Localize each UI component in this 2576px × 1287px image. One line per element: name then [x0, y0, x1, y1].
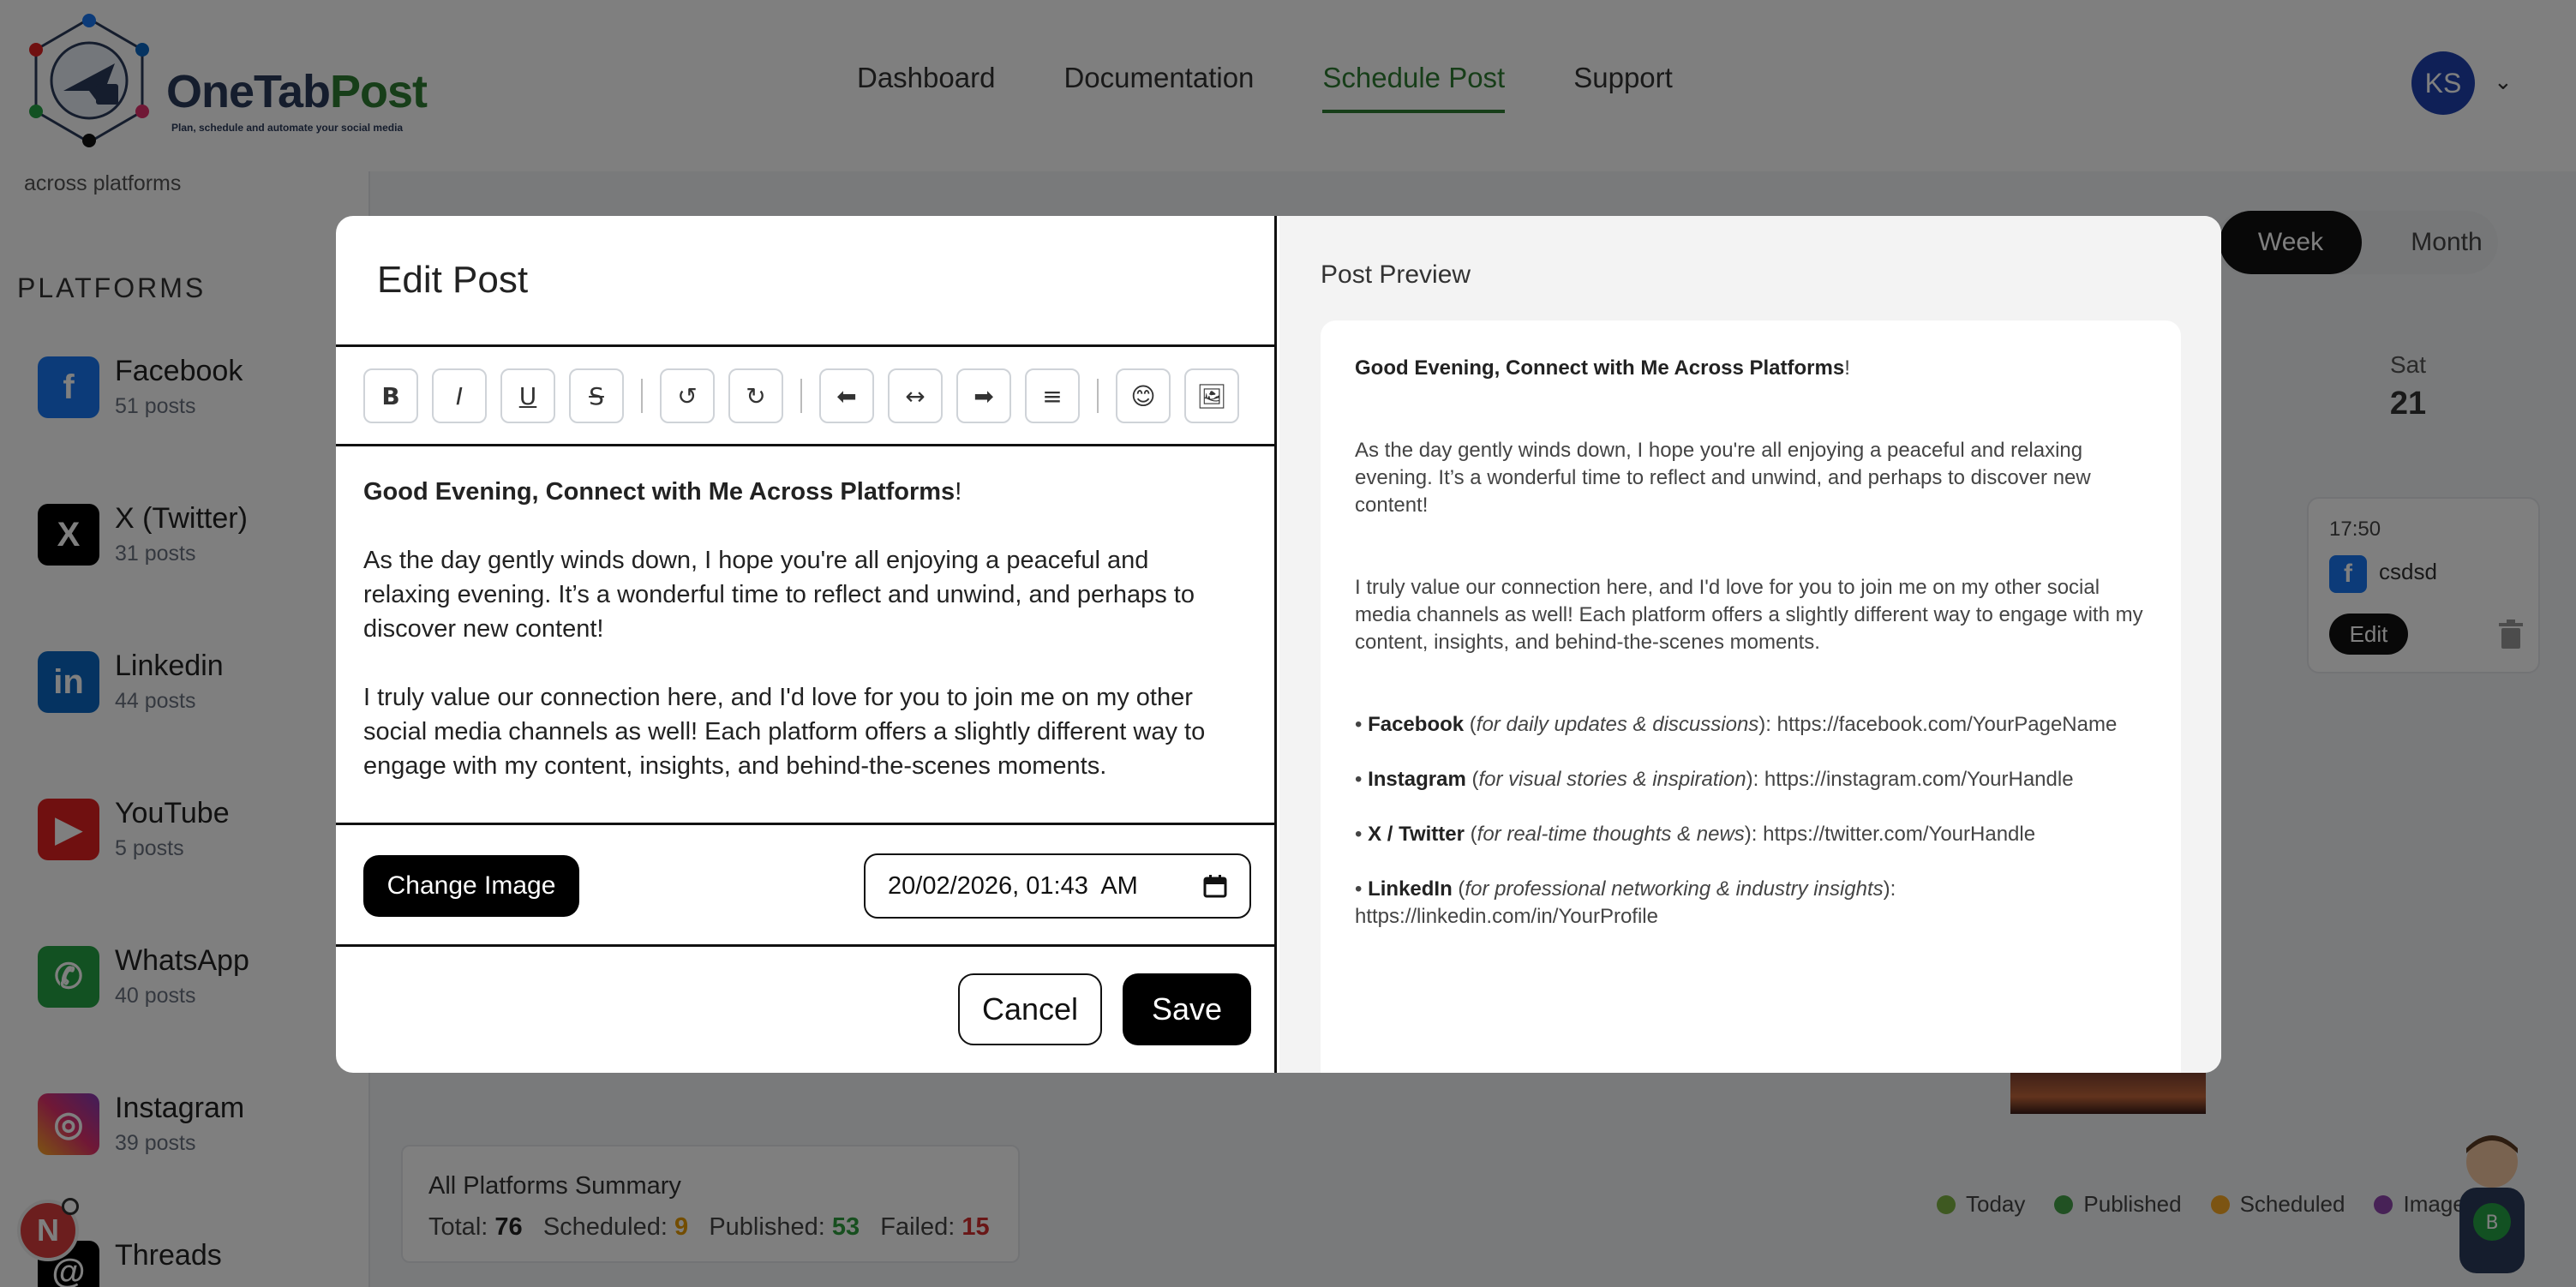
- insert-image-button[interactable]: 🖼: [1184, 368, 1239, 423]
- italic-button[interactable]: I: [432, 368, 487, 423]
- editor-pane: Edit Post B I U S ↺ ↻ ⬅ ↔ ➡ ≡ 😊 🖼 Good E…: [336, 216, 1277, 1073]
- emoji-button[interactable]: 😊: [1116, 368, 1171, 423]
- align-right-button[interactable]: ➡: [956, 368, 1011, 423]
- align-left-button[interactable]: ⬅: [819, 368, 874, 423]
- toolbar-separator: [1097, 379, 1099, 413]
- divider: [336, 444, 1277, 446]
- post-paragraph: As the day gently winds down, I hope you…: [363, 547, 1195, 643]
- strikethrough-button[interactable]: S: [569, 368, 624, 423]
- post-content-editor[interactable]: Good Evening, Connect with Me Across Pla…: [363, 475, 1237, 817]
- align-center-button[interactable]: ↔: [888, 368, 943, 423]
- datetime-value: 20/02/2026, 01:43 AM: [888, 871, 1138, 900]
- preview-link-item: • LinkedIn (for professional networking …: [1355, 877, 1896, 928]
- divider: [336, 344, 1277, 347]
- calendar-icon[interactable]: [1203, 874, 1227, 898]
- preview-pane: Post Preview Good Evening, Connect with …: [1279, 216, 2221, 1073]
- underline-button[interactable]: U: [500, 368, 555, 423]
- justify-button[interactable]: ≡: [1025, 368, 1080, 423]
- save-button[interactable]: Save: [1123, 973, 1251, 1045]
- preview-link-item: • Facebook (for daily updates & discussi…: [1355, 713, 2118, 736]
- preview-title: Post Preview: [1321, 260, 1471, 289]
- preview-headline: Good Evening, Connect with Me Across Pla…: [1355, 356, 1850, 380]
- modal-title: Edit Post: [377, 259, 529, 301]
- cancel-button[interactable]: Cancel: [958, 973, 1102, 1045]
- post-paragraph: I truly value our connection here, and I…: [363, 684, 1206, 780]
- redo-button[interactable]: ↻: [728, 368, 783, 423]
- preview-link-item: • X / Twitter (for real-time thoughts & …: [1355, 823, 2036, 846]
- divider: [336, 944, 1277, 947]
- toolbar-separator: [800, 379, 802, 413]
- change-image-button[interactable]: Change Image: [363, 855, 579, 917]
- post-headline: Good Evening, Connect with Me Across Pla…: [363, 478, 962, 506]
- bold-button[interactable]: B: [363, 368, 418, 423]
- preview-card: Good Evening, Connect with Me Across Pla…: [1321, 320, 2181, 1073]
- undo-button[interactable]: ↺: [660, 368, 715, 423]
- divider: [336, 823, 1277, 825]
- preview-paragraph: I truly value our connection here, and I…: [1355, 576, 2143, 654]
- toolbar-separator: [641, 379, 643, 413]
- edit-post-modal: Edit Post B I U S ↺ ↻ ⬅ ↔ ➡ ≡ 😊 🖼 Good E…: [336, 216, 2221, 1073]
- schedule-datetime-input[interactable]: 20/02/2026, 01:43 AM: [864, 853, 1251, 919]
- formatting-toolbar: B I U S ↺ ↻ ⬅ ↔ ➡ ≡ 😊 🖼: [363, 367, 1253, 425]
- preview-link-item: • Instagram (for visual stories & inspir…: [1355, 768, 2074, 791]
- preview-paragraph: As the day gently winds down, I hope you…: [1355, 439, 2091, 517]
